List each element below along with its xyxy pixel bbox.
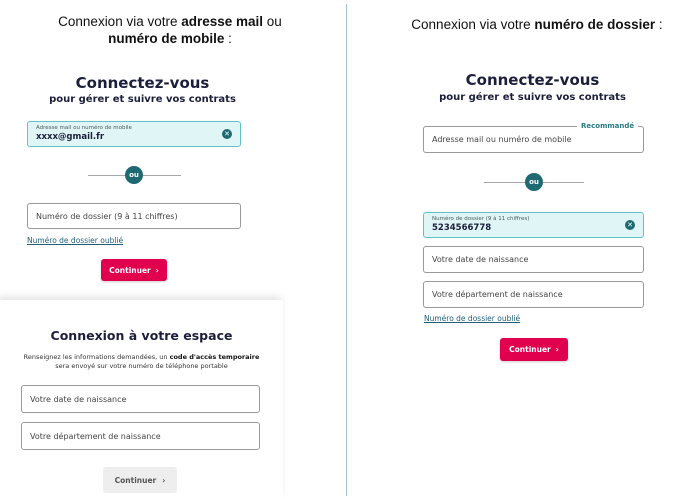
close-circle-icon[interactable]: ✕	[625, 220, 635, 230]
left-page-title: Connectez-vous	[75, 74, 210, 92]
left-page-subtitle: pour gérer et suivre vos contrats	[49, 94, 236, 105]
or-badge: ou	[525, 173, 543, 191]
email-field[interactable]: Adresse mail ou numéro de mobile	[423, 126, 644, 153]
forgot-dossier-link[interactable]: Numéro de dossier oublié	[424, 314, 520, 323]
left-caption: Connexion via votre adresse mail ou numé…	[58, 14, 282, 46]
chevron-right-icon: ›	[162, 475, 166, 485]
continue-button[interactable]: Continuer ›	[101, 259, 167, 281]
or-divider-right	[143, 175, 181, 176]
birth-department-field[interactable]: Votre département de naissance	[21, 422, 260, 450]
email-field-value: xxxx@gmail.fr	[36, 132, 105, 142]
or-divider-right	[543, 182, 584, 183]
right-page-subtitle: pour gérer et suivre vos contrats	[439, 92, 626, 103]
otp-panel: Connexion à votre espace Renseignez les …	[0, 300, 283, 499]
birthdate-field[interactable]: Votre date de naissance	[423, 246, 644, 273]
email-field[interactable]: Adresse mail ou numéro de mobile xxxx@gm…	[27, 121, 241, 147]
or-divider-left	[88, 175, 125, 176]
panel-title: Connexion à votre espace	[50, 328, 233, 343]
birthdate-field[interactable]: Votre date de naissance	[21, 385, 260, 413]
continue-button[interactable]: Continuer ›	[500, 338, 568, 361]
column-divider	[346, 4, 347, 496]
continue-button-disabled[interactable]: Continuer ›	[103, 467, 177, 493]
chevron-right-icon: ›	[155, 265, 159, 275]
forgot-dossier-link[interactable]: Numéro de dossier oublié	[27, 236, 123, 245]
birth-department-field[interactable]: Votre département de naissance	[423, 281, 644, 308]
recommended-badge: Recommandé	[577, 122, 639, 130]
right-caption: Connexion via votre numéro de dossier :	[411, 17, 663, 32]
dossier-field-label: Numéro de dossier (9 à 11 chiffres)	[432, 216, 530, 222]
dossier-field-value: 5234566778	[432, 223, 492, 233]
dossier-number-field[interactable]: Numéro de dossier (9 à 11 chiffres) 5234…	[423, 212, 644, 238]
chevron-right-icon: ›	[555, 345, 559, 354]
or-badge: ou	[125, 166, 143, 184]
panel-description: Renseignez les informations demandées, u…	[23, 353, 260, 370]
or-divider-left	[484, 182, 525, 183]
email-field-label: Adresse mail ou numéro de mobile	[36, 125, 132, 131]
dossier-number-field[interactable]: Numéro de dossier (9 à 11 chiffres)	[27, 203, 241, 229]
close-circle-icon[interactable]: ✕	[222, 129, 232, 139]
right-page-title: Connectez-vous	[465, 71, 600, 89]
